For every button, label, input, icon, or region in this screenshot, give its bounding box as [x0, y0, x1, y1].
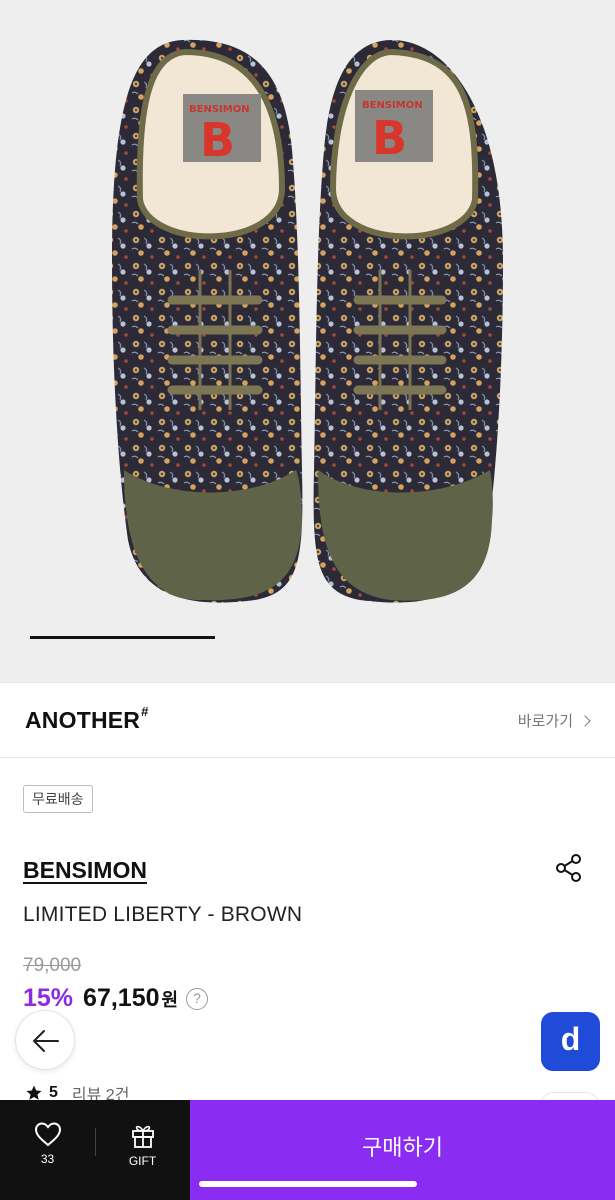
sneakers-image: BENSIMON B BENSIMON B — [112, 39, 503, 603]
store-link[interactable]: 바로가기 — [517, 710, 591, 731]
heart-icon — [34, 1122, 61, 1147]
store-link-label: 바로가기 — [517, 713, 573, 730]
bottom-left-group: 33 GIFT — [0, 1100, 190, 1200]
brand-store-row[interactable]: ANOTHER# 바로가기 — [0, 682, 615, 758]
gift-button[interactable]: GIFT — [95, 1120, 190, 1168]
like-count: 33 — [40, 1152, 55, 1166]
back-button[interactable] — [15, 1010, 75, 1070]
help-icon[interactable]: ? — [186, 987, 209, 1010]
carousel-indicator — [30, 636, 215, 639]
like-button[interactable]: 33 — [0, 1120, 95, 1166]
free-shipping-badge: 무료배송 — [23, 785, 93, 813]
product-name: LIMITED LIBERTY - BROWN — [23, 903, 303, 926]
home-indicator — [199, 1181, 417, 1187]
share-icon — [556, 854, 581, 882]
store-logo: ANOTHER# — [25, 704, 149, 733]
sale-price: 67,150 — [83, 984, 160, 1012]
product-image[interactable]: BENSIMON B BENSIMON B — [0, 0, 615, 682]
svg-text:B: B — [372, 111, 407, 165]
svg-text:BENSIMON: BENSIMON — [362, 100, 423, 111]
gift-label: GIFT — [128, 1154, 157, 1168]
product-brand-link[interactable]: BENSIMON — [23, 857, 147, 884]
price-row: 15% 67,150 원 ? — [23, 984, 209, 1013]
chevron-right-icon — [579, 714, 591, 727]
currency-label: 원 — [161, 990, 179, 1010]
discount-rate: 15% — [23, 984, 74, 1012]
gift-icon — [131, 1125, 154, 1148]
original-price: 79,000 — [23, 955, 82, 976]
share-button[interactable] — [553, 852, 585, 884]
back-arrow-icon — [33, 1030, 59, 1052]
d-app-button[interactable]: d — [541, 1012, 600, 1071]
svg-text:B: B — [200, 113, 235, 167]
